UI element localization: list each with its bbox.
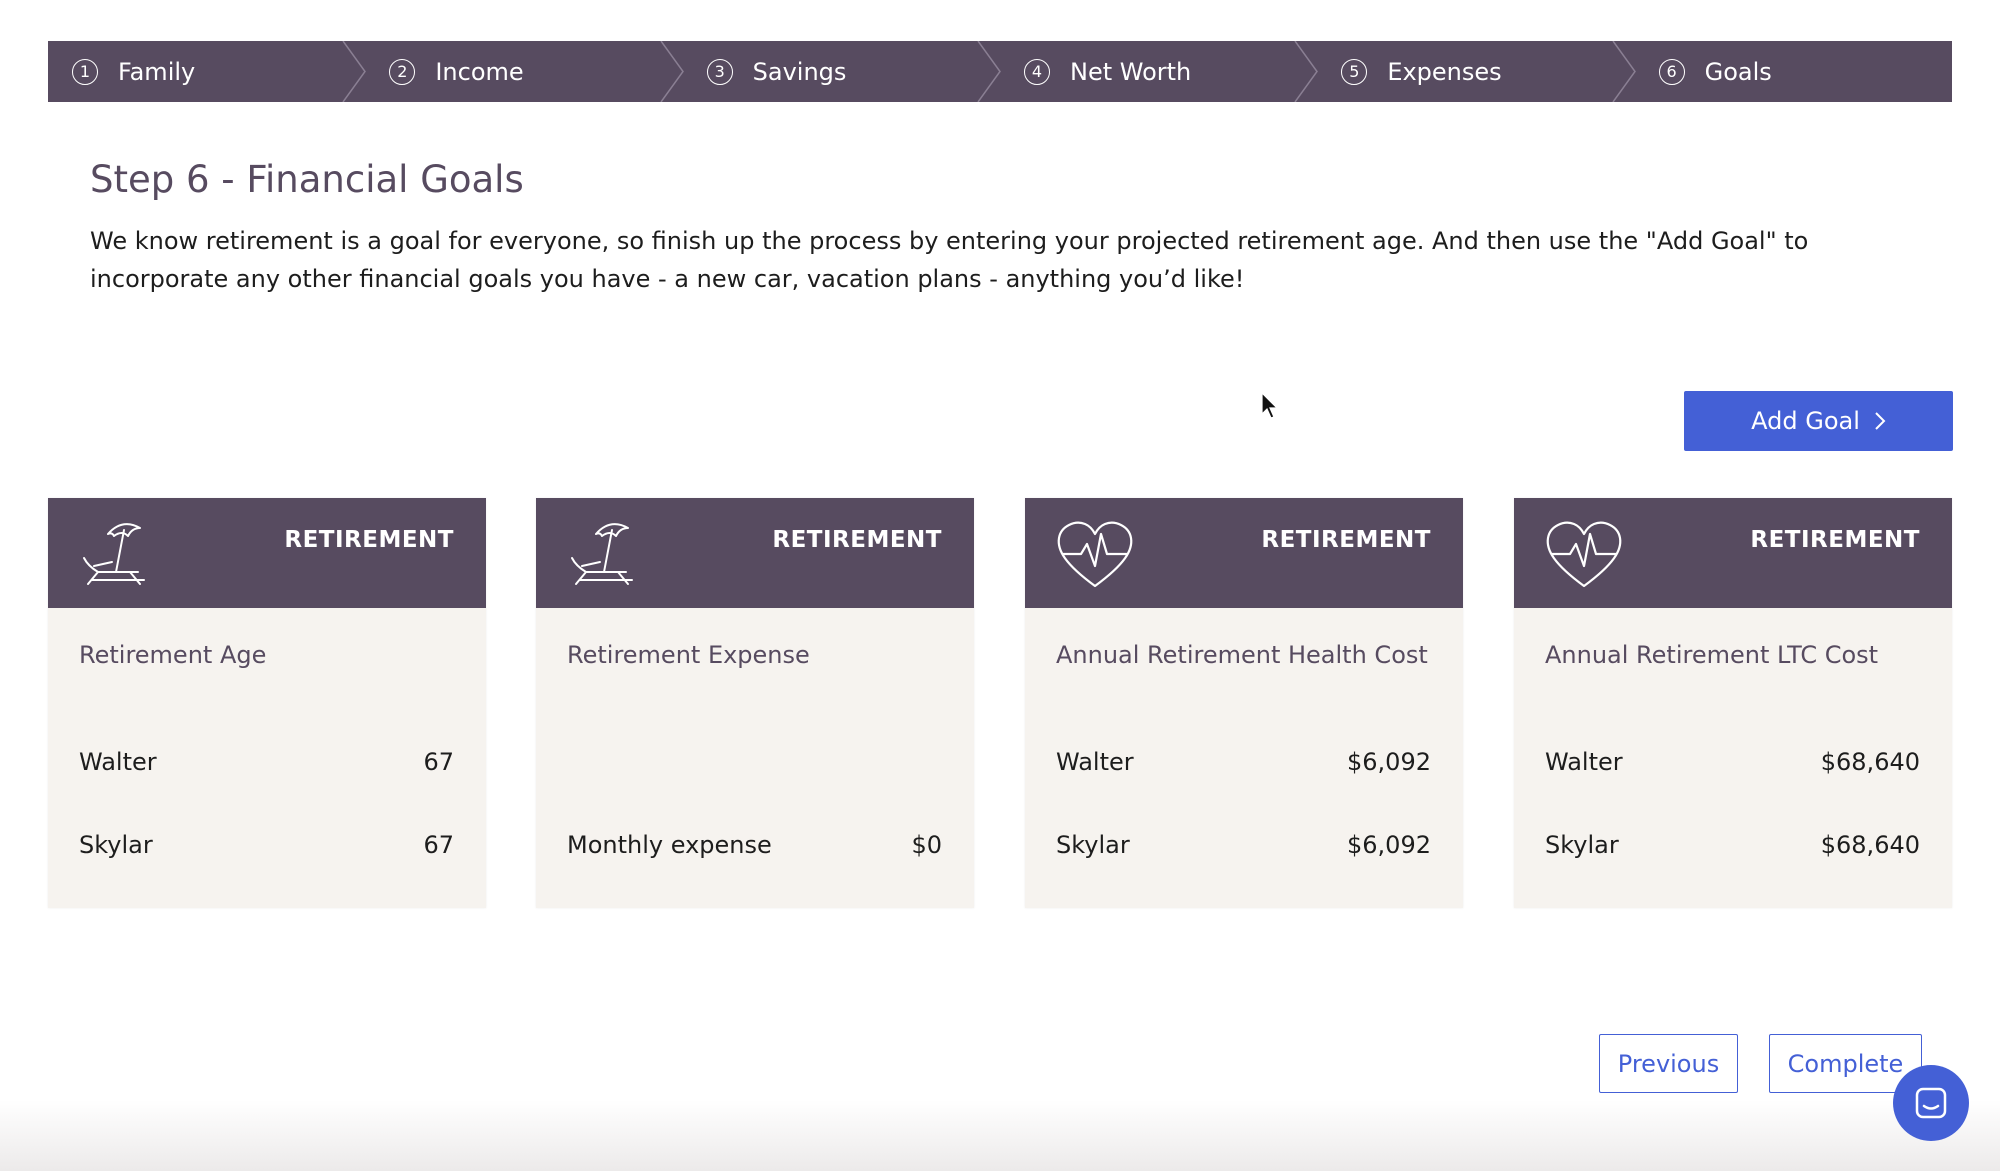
card-title: Annual Retirement Health Cost — [1056, 641, 1428, 669]
goal-card-health-cost[interactable]: RETIREMENT Annual Retirement Health Cost… — [1025, 498, 1463, 908]
row-value: $6,092 — [1347, 748, 1431, 776]
mouse-cursor-icon — [1261, 392, 1279, 419]
previous-button[interactable]: Previous — [1599, 1034, 1738, 1093]
card-row: Monthly expense $0 — [567, 831, 942, 859]
card-title: Retirement Age — [79, 641, 267, 669]
chat-icon — [1915, 1087, 1947, 1119]
card-row: Skylar $6,092 — [1056, 831, 1431, 859]
step-savings[interactable]: 3 Savings — [683, 41, 1001, 102]
chevron-right-icon — [1875, 412, 1886, 430]
step-number: 5 — [1341, 58, 1368, 85]
card-header: RETIREMENT — [1514, 498, 1952, 608]
step-label: Net Worth — [1069, 57, 1192, 86]
step-income[interactable]: 2 Income — [365, 41, 684, 102]
card-category: RETIREMENT — [284, 527, 454, 553]
row-label: Walter — [1056, 748, 1134, 776]
goal-card-retirement-expense[interactable]: RETIREMENT Retirement Expense Monthly ex… — [536, 498, 974, 908]
progress-stepper: 1 Family 2 Income 3 Savings 4 Net Worth … — [48, 41, 1952, 102]
step-label: Expenses — [1387, 57, 1502, 86]
row-value: 67 — [423, 831, 454, 859]
row-label: Walter — [79, 748, 157, 776]
row-value: $68,640 — [1820, 831, 1920, 859]
step-label: Family — [118, 57, 196, 86]
card-row: Walter 67 — [79, 748, 454, 776]
goal-card-ltc-cost[interactable]: RETIREMENT Annual Retirement LTC Cost Wa… — [1514, 498, 1952, 908]
card-title: Retirement Expense — [567, 641, 810, 669]
row-label: Skylar — [1056, 831, 1130, 859]
step-net-worth[interactable]: 4 Net Worth — [1000, 41, 1319, 102]
step-expenses[interactable]: 5 Expenses — [1317, 41, 1636, 102]
card-category: RETIREMENT — [772, 527, 942, 553]
page-bottom-shadow — [0, 1100, 2000, 1171]
add-goal-button[interactable]: Add Goal — [1684, 391, 1953, 451]
row-value: 67 — [423, 748, 454, 776]
step-goals[interactable]: 6 Goals — [1635, 41, 1952, 102]
card-category: RETIREMENT — [1750, 527, 1920, 553]
card-category: RETIREMENT — [1261, 527, 1431, 553]
step-number: 2 — [389, 58, 416, 85]
goal-card-retirement-age[interactable]: RETIREMENT Retirement Age Walter 67 Skyl… — [48, 498, 486, 908]
heart-pulse-icon — [1057, 521, 1133, 588]
row-label: Monthly expense — [567, 831, 772, 859]
beach-chair-icon — [571, 523, 633, 585]
add-goal-label: Add Goal — [1751, 407, 1860, 435]
card-title: Annual Retirement LTC Cost — [1545, 641, 1879, 669]
card-row: Walter $6,092 — [1056, 748, 1431, 776]
step-number: 6 — [1658, 58, 1685, 85]
step-label: Income — [435, 57, 524, 86]
row-label: Skylar — [79, 831, 153, 859]
row-value: $6,092 — [1347, 831, 1431, 859]
card-row: Skylar $68,640 — [1545, 831, 1920, 859]
card-row: Skylar 67 — [79, 831, 454, 859]
page-title: Step 6 - Financial Goals — [90, 158, 524, 201]
page-description: We know retirement is a goal for everyon… — [90, 227, 1809, 293]
row-label: Walter — [1545, 748, 1623, 776]
beach-chair-icon — [83, 523, 145, 585]
card-header: RETIREMENT — [536, 498, 974, 608]
step-family[interactable]: 1 Family — [48, 41, 367, 102]
step-label: Goals — [1704, 57, 1772, 86]
step-number: 3 — [706, 58, 733, 85]
row-label: Skylar — [1545, 831, 1619, 859]
heart-pulse-icon — [1546, 521, 1622, 588]
row-value: $0 — [911, 831, 942, 859]
card-row: Walter $68,640 — [1545, 748, 1920, 776]
step-label: Savings — [752, 57, 847, 86]
row-value: $68,640 — [1820, 748, 1920, 776]
step-number: 4 — [1023, 58, 1050, 85]
chat-launcher-button[interactable] — [1893, 1065, 1969, 1141]
card-header: RETIREMENT — [48, 498, 486, 608]
card-header: RETIREMENT — [1025, 498, 1463, 608]
step-number: 1 — [72, 58, 98, 85]
